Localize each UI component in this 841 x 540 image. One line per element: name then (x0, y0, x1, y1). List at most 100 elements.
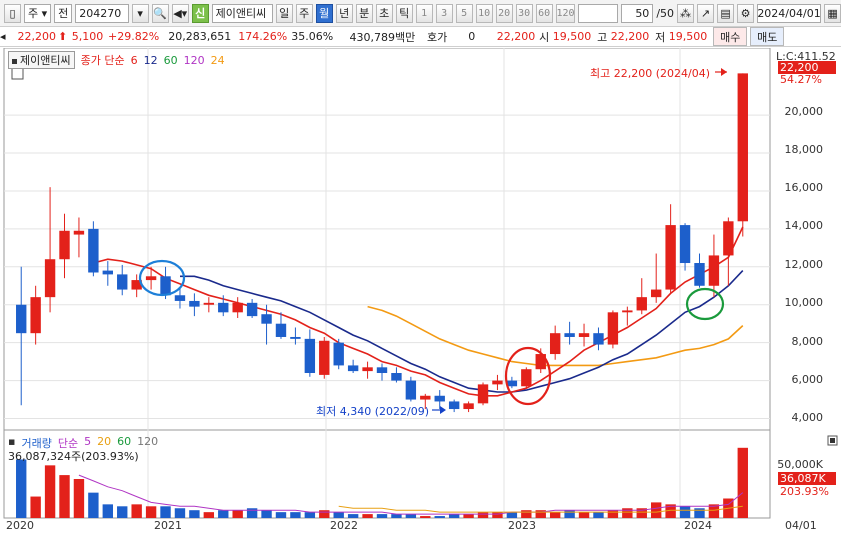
candle-body (477, 384, 489, 404)
volume-bar (463, 514, 474, 518)
candle-body (622, 310, 633, 313)
count-input[interactable]: 50 (621, 3, 654, 23)
print-icon[interactable]: ▤ (717, 3, 735, 23)
period-select[interactable]: 주 ▾ (24, 3, 52, 23)
interval-10[interactable]: 10 (475, 3, 493, 23)
x-tick: 04/01 (785, 519, 817, 532)
volume-bar (578, 512, 590, 518)
period-minute[interactable]: 분 (355, 3, 373, 23)
period-tick[interactable]: 틱 (395, 3, 413, 23)
volume-bar (607, 510, 619, 518)
interval-20[interactable]: 20 (495, 3, 513, 23)
y-tick: 16,000 (784, 181, 824, 194)
open-price: 19,500 (552, 30, 592, 43)
low-annotation: 최저 4,340 (2022/09) (316, 405, 430, 418)
volume-bar (521, 510, 532, 518)
volume-info: 36,087,324주(203.93%) (8, 450, 139, 463)
volume-bar (275, 512, 287, 518)
interval-30[interactable]: 30 (515, 3, 533, 23)
square-icon (12, 59, 17, 64)
buy-button[interactable]: 매수 (713, 27, 748, 46)
candle-body (708, 255, 720, 286)
candle-body (102, 270, 113, 275)
candle-body (261, 314, 272, 324)
volume-bar (30, 496, 41, 518)
candle-body (88, 228, 99, 273)
candle-body (160, 276, 171, 296)
high-price: 22,200 (610, 30, 650, 43)
low-label: 저 (655, 30, 666, 44)
period-week[interactable]: 주 (295, 3, 313, 23)
volume-y-tick: 50,000K (777, 458, 823, 471)
code-input[interactable]: 204270 (75, 3, 129, 23)
high-label: 고 (597, 30, 608, 44)
price-change-pct: +29.82% (108, 30, 160, 43)
volume-bar (319, 510, 330, 518)
volume-bar (88, 492, 99, 518)
y-tick: 10,000 (784, 296, 824, 309)
sell-button[interactable]: 매도 (750, 27, 785, 46)
code-dropdown-button[interactable]: ▾ (131, 3, 149, 23)
period-day[interactable]: 일 (275, 3, 293, 23)
candle-body (275, 323, 287, 337)
gear-icon[interactable]: ⚙ (737, 3, 755, 23)
candle-body (694, 263, 705, 286)
chart-tool-icon[interactable]: ↗ (697, 3, 715, 23)
volume-bar (290, 512, 301, 518)
interval-1[interactable]: 1 (415, 3, 433, 23)
legend-ma120: 120 (183, 53, 205, 67)
candle-body (174, 295, 186, 301)
volume-bar (391, 514, 402, 518)
volume-bar (59, 475, 70, 518)
period-year[interactable]: 년 (335, 3, 353, 23)
x-tick: 2020 (6, 519, 34, 532)
speaker-icon[interactable]: ◀▾ (171, 3, 189, 23)
volume-value: 20,283,651 (168, 30, 232, 43)
period-second[interactable]: 초 (375, 3, 393, 23)
interval-custom-input[interactable] (578, 3, 619, 23)
legend-stock-name[interactable]: 제이앤티씨 (8, 51, 75, 69)
volume-bar (160, 506, 171, 518)
x-tick: 2021 (154, 519, 182, 532)
candle-body (30, 297, 41, 334)
dropdown-marker: ◂ (0, 30, 6, 43)
calendar-icon[interactable]: ▦ (824, 3, 841, 23)
y-tick: 20,000 (784, 105, 824, 118)
interval-60[interactable]: 60 (535, 3, 553, 23)
candle-body (564, 333, 575, 337)
volume-bar (131, 504, 142, 518)
trade-amount: 430,789백만 (349, 30, 416, 44)
volume-bar (564, 510, 575, 518)
hoga-label: 호가 (426, 30, 448, 44)
up-arrow-icon: ⬆ (58, 30, 68, 43)
interval-3[interactable]: 3 (435, 3, 453, 23)
interval-120[interactable]: 120 (555, 3, 576, 23)
candle-body (117, 274, 128, 290)
low-price: 19,500 (668, 30, 708, 43)
candle-body (145, 276, 157, 281)
grid-icon[interactable]: ⁂ (677, 3, 695, 23)
candle-body (246, 302, 258, 317)
volume-bar (549, 512, 561, 518)
high-annotation: 최고 22,200 (2024/04) (590, 67, 711, 80)
interval-5[interactable]: 5 (455, 3, 473, 23)
date-input[interactable]: 2024/04/01 (757, 3, 822, 23)
volume-bar (261, 510, 272, 518)
chart-area[interactable]: 제이앤티씨 종가 단순 6 12 60 120 24 ▪ 거래량 단순 5 20… (0, 47, 841, 537)
candle-body (434, 395, 445, 402)
period-month[interactable]: 월 (315, 3, 333, 23)
last-volume-pct: 203.93% (780, 485, 829, 498)
period-label: 주 (28, 7, 39, 20)
search-icon[interactable]: 🔍 (151, 3, 169, 23)
candle-body (73, 230, 85, 235)
window-icon[interactable]: ▯ (4, 3, 21, 23)
candle-body (189, 300, 200, 307)
panel-maximize-icon-inner (830, 438, 835, 443)
type-select[interactable]: 전 (54, 3, 73, 23)
volume-bar (218, 510, 229, 518)
candle-body (679, 225, 691, 264)
y-tick: 14,000 (784, 219, 824, 232)
volume-bar (420, 516, 431, 518)
candle-body (304, 338, 316, 374)
quote-bar: ◂ 22,200 ⬆ 5,100 +29.82% 20,283,651 174.… (0, 27, 841, 47)
